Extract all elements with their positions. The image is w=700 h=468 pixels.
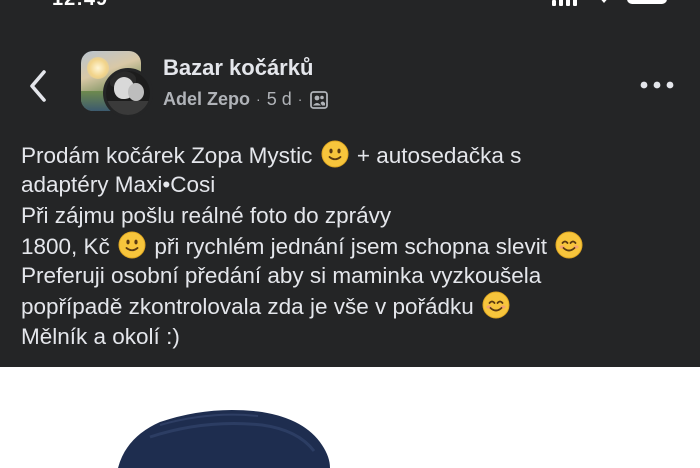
wifi-icon [601, 0, 607, 3]
post-photo[interactable] [0, 367, 700, 468]
battery-icon [627, 0, 667, 4]
stroller-photo [0, 367, 700, 468]
group-name-link[interactable]: Bazar kočárků [163, 55, 313, 81]
more-horizontal-icon [640, 81, 674, 89]
status-time: 12:49 [52, 0, 108, 10]
slightly-smiling-face-icon [321, 140, 349, 168]
post-line: Prodám kočárek Zopa Mystic + autosedačka… [21, 140, 691, 170]
post-line: 1800, Kč při rychlém jednání jsem schopn… [21, 231, 691, 261]
post-line: adaptéry Maxi•Cosi [21, 172, 216, 198]
group-avatar[interactable] [81, 51, 153, 118]
meta-separator: · [297, 91, 303, 107]
post-timestamp[interactable]: 5 d [267, 89, 292, 110]
post-body: Prodám kočárek Zopa Mystic + autosedačka… [21, 140, 691, 352]
post-line: popřípadě zkontrolovala zda je vše v poř… [21, 291, 691, 321]
chevron-left-icon [30, 70, 46, 102]
post-line: Mělník a okolí :) [21, 323, 180, 349]
back-button[interactable] [22, 66, 56, 106]
cellular-signal-icon [552, 0, 577, 6]
post-meta: Adel Zepo · 5 d · [163, 88, 329, 110]
smiling-face-with-smiling-eyes-icon [482, 291, 510, 319]
more-options-button[interactable] [636, 70, 678, 100]
author-name-link[interactable]: Adel Zepo [163, 89, 250, 110]
author-avatar[interactable] [103, 68, 153, 118]
post-line: Preferuji osobní předání aby si maminka … [21, 263, 542, 289]
slightly-smiling-face-icon [118, 231, 146, 259]
meta-separator: · [256, 91, 261, 107]
status-bar: 12:49 [0, 0, 700, 10]
smiling-face-with-smiling-eyes-icon [555, 231, 583, 259]
post-header: Bazar kočárků Adel Zepo · 5 d · [0, 40, 700, 130]
post-line: Při zájmu pošlu reálné foto do zprávy [21, 202, 392, 228]
group-members-icon[interactable] [310, 91, 329, 109]
